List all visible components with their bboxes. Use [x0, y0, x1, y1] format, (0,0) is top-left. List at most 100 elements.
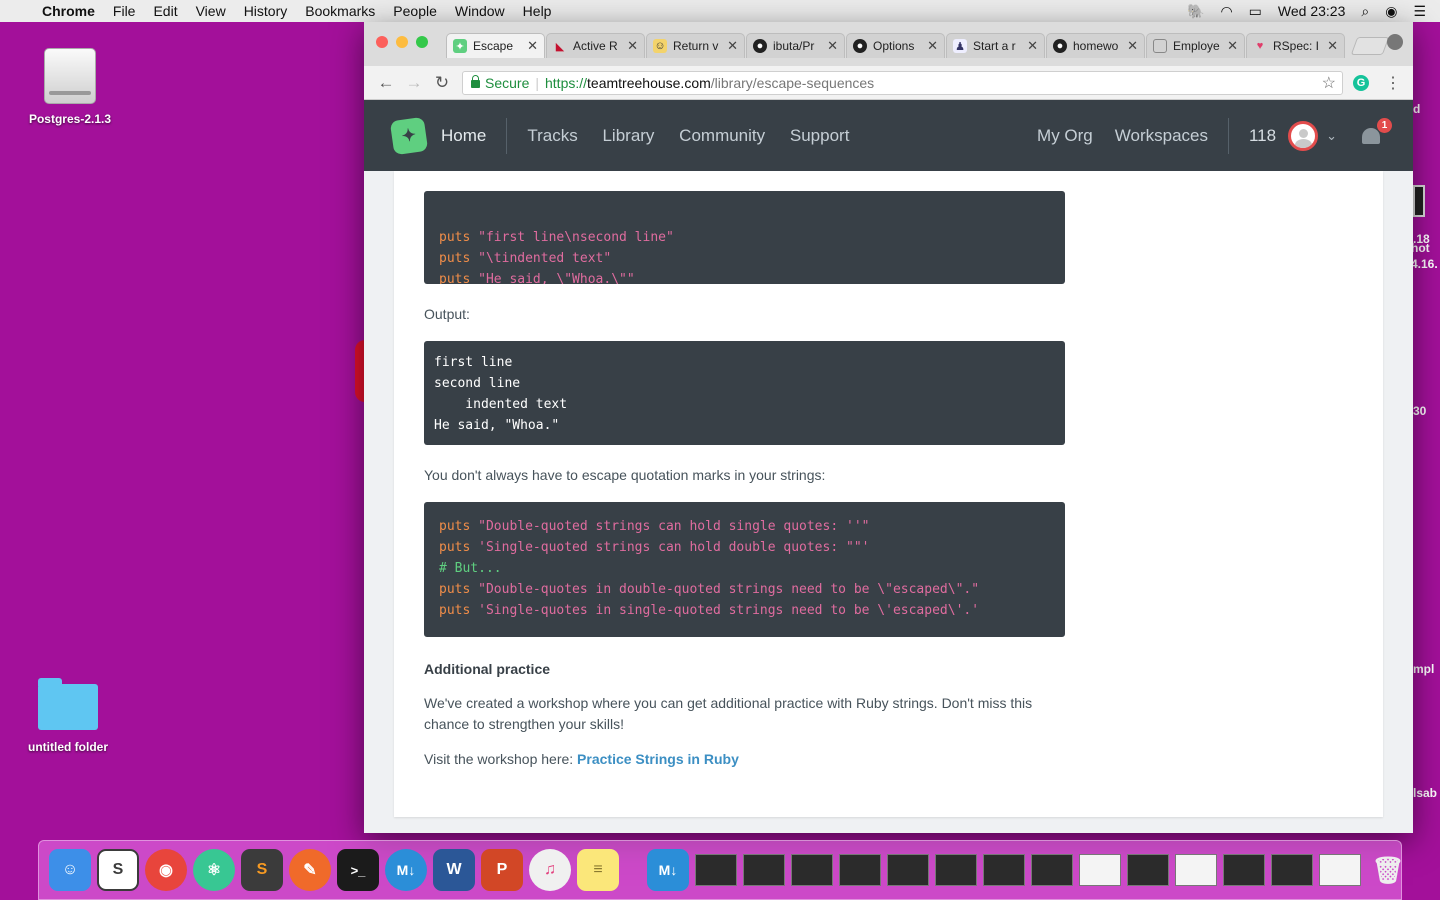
- tab-employee[interactable]: Employe ✕: [1146, 33, 1245, 58]
- bookmark-star-icon[interactable]: ☆: [1322, 73, 1336, 93]
- nav-library[interactable]: Library: [602, 126, 654, 145]
- notification-center-icon[interactable]: ☰: [1413, 3, 1426, 20]
- notes-icon[interactable]: ≡: [577, 849, 619, 891]
- bell-shape: [1362, 127, 1380, 144]
- minimize-window-button[interactable]: [396, 36, 408, 48]
- minimized-window[interactable]: [1031, 854, 1073, 886]
- minimized-window[interactable]: [1175, 854, 1217, 886]
- siri-icon[interactable]: ◉: [1385, 3, 1397, 20]
- close-tab-icon[interactable]: ✕: [527, 38, 538, 54]
- clock[interactable]: Wed 23:23: [1278, 3, 1345, 19]
- desktop-peek-text: lsab: [1413, 786, 1438, 800]
- minimized-window[interactable]: [935, 854, 977, 886]
- minimized-window[interactable]: [1271, 854, 1313, 886]
- menu-app-name[interactable]: Chrome: [42, 3, 95, 19]
- wifi-icon[interactable]: ◠: [1220, 3, 1232, 20]
- forward-icon[interactable]: →: [400, 73, 428, 93]
- nav-workspaces[interactable]: Workspaces: [1115, 126, 1208, 146]
- new-tab-button[interactable]: [1350, 37, 1390, 55]
- treehouse-logo-icon[interactable]: ✦: [389, 116, 429, 155]
- desktop-untitled-folder[interactable]: untitled folder: [16, 678, 120, 754]
- desktop-folder-label: untitled folder: [28, 740, 108, 754]
- finder-icon[interactable]: ☺: [49, 849, 91, 891]
- minimized-window[interactable]: [1127, 854, 1169, 886]
- desktop-drive-postgres[interactable]: Postgres-2.1.3: [18, 48, 122, 126]
- battery-icon[interactable]: ▭: [1249, 3, 1262, 20]
- secure-indicator[interactable]: Secure: [471, 75, 529, 91]
- word-icon[interactable]: W: [433, 849, 475, 891]
- minimized-window[interactable]: [695, 854, 737, 886]
- tab-github-ibuta[interactable]: ● ibuta/Pr ✕: [746, 33, 845, 58]
- tab-start-a[interactable]: ♟ Start a r ✕: [946, 33, 1045, 58]
- nav-tracks[interactable]: Tracks: [527, 126, 577, 145]
- evernote-status-icon[interactable]: 🐘: [1187, 3, 1204, 20]
- minimized-window[interactable]: [887, 854, 929, 886]
- menu-bookmarks[interactable]: Bookmarks: [305, 3, 375, 19]
- close-tab-icon[interactable]: ✕: [727, 38, 738, 54]
- menu-view[interactable]: View: [196, 3, 226, 19]
- close-tab-icon[interactable]: ✕: [927, 38, 938, 54]
- menu-edit[interactable]: Edit: [153, 3, 177, 19]
- slack-icon[interactable]: S: [97, 849, 139, 891]
- address-bar[interactable]: Secure | https://teamtreehouse.com/libra…: [462, 70, 1343, 95]
- minimized-window[interactable]: [1079, 854, 1121, 886]
- spotlight-search-icon[interactable]: ⌕: [1361, 3, 1369, 20]
- minimized-window[interactable]: [743, 854, 785, 886]
- github-favicon: ●: [753, 39, 767, 53]
- close-tab-icon[interactable]: ✕: [1327, 38, 1338, 54]
- tab-title: RSpec: I: [1273, 39, 1320, 53]
- menu-help[interactable]: Help: [523, 3, 552, 19]
- nav-my-org[interactable]: My Org: [1037, 126, 1093, 146]
- minimized-window[interactable]: [1319, 854, 1361, 886]
- nav-community[interactable]: Community: [679, 126, 765, 145]
- zoom-window-button[interactable]: [416, 36, 428, 48]
- close-tab-icon[interactable]: ✕: [627, 38, 638, 54]
- desktop-peek-text: 30: [1413, 404, 1427, 418]
- menu-window[interactable]: Window: [455, 3, 505, 19]
- sublime-icon[interactable]: S: [241, 849, 283, 891]
- paw-icon[interactable]: ✎: [289, 849, 331, 891]
- menu-file[interactable]: File: [113, 3, 136, 19]
- tab-active-record[interactable]: ◣ Active R ✕: [546, 33, 645, 58]
- tab-github-options[interactable]: ● Options ✕: [846, 33, 945, 58]
- points-count[interactable]: 118: [1249, 126, 1276, 146]
- close-tab-icon[interactable]: ✕: [1027, 38, 1038, 54]
- powerpoint-icon[interactable]: P: [481, 849, 523, 891]
- itunes-icon[interactable]: ♫: [529, 849, 571, 891]
- tab-github-homework[interactable]: ● homewo ✕: [1046, 33, 1145, 58]
- close-tab-icon[interactable]: ✕: [1227, 38, 1238, 54]
- grammarly-extension-icon[interactable]: G: [1353, 74, 1369, 91]
- markdown-icon[interactable]: M↓: [385, 849, 427, 891]
- minimized-window[interactable]: [1223, 854, 1265, 886]
- nav-support[interactable]: Support: [790, 126, 850, 145]
- tab-rspec[interactable]: ♥ RSpec: I ✕: [1246, 33, 1345, 58]
- chrome-icon[interactable]: ◉: [145, 849, 187, 891]
- tab-title: Return v: [673, 39, 719, 53]
- chrome-menu-icon[interactable]: ⋮: [1385, 73, 1401, 93]
- terminal-icon[interactable]: >_: [337, 849, 379, 891]
- profile-icon[interactable]: [1387, 34, 1403, 50]
- close-tab-icon[interactable]: ✕: [1127, 38, 1138, 54]
- reload-icon[interactable]: ↻: [428, 73, 456, 93]
- nav-home[interactable]: Home: [441, 126, 486, 146]
- back-icon[interactable]: ←: [372, 73, 400, 93]
- minimized-window[interactable]: [791, 854, 833, 886]
- close-tab-icon[interactable]: ✕: [827, 38, 838, 54]
- menu-history[interactable]: History: [244, 3, 288, 19]
- chevron-down-icon[interactable]: ⌄: [1326, 128, 1337, 144]
- tab-return[interactable]: ☺ Return v ✕: [646, 33, 745, 58]
- desktop-peek-text: 4.16.: [1411, 257, 1438, 271]
- atom-icon[interactable]: ⚛: [193, 849, 235, 891]
- avatar[interactable]: [1288, 120, 1319, 151]
- workshop-link[interactable]: Practice Strings in Ruby: [577, 751, 739, 767]
- code-line: puts "He said, \"Whoa.\"": [439, 272, 635, 284]
- minimized-window[interactable]: [983, 854, 1025, 886]
- menu-people[interactable]: People: [393, 3, 437, 19]
- markdown-doc-icon[interactable]: M↓: [647, 849, 689, 891]
- trash-icon[interactable]: 🗑: [1367, 849, 1409, 891]
- close-window-button[interactable]: [376, 36, 388, 48]
- desktop-screenshot-thumbnail[interactable]: [1413, 185, 1425, 217]
- minimized-window[interactable]: [839, 854, 881, 886]
- tab-escape-sequences[interactable]: ✦ Escape ✕: [446, 33, 545, 58]
- notifications-bell-icon[interactable]: 1: [1359, 117, 1392, 148]
